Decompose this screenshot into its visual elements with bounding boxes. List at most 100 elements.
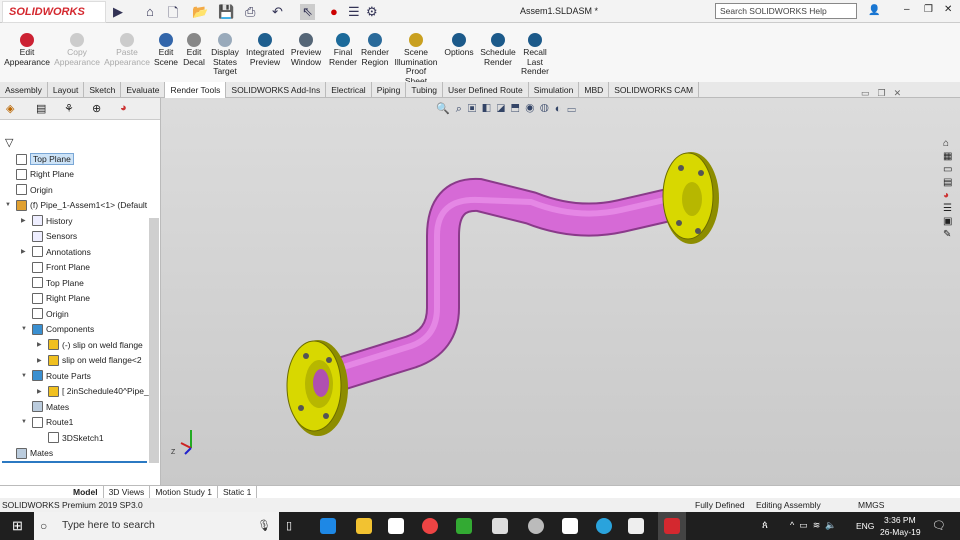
ribbon-button-recall-last-render[interactable]: Recall Last Render — [520, 33, 550, 77]
telegram-icon[interactable] — [596, 518, 612, 534]
tree-item[interactable]: ▼ (f) Pipe_1-Assem1<1> (Default — [5, 199, 147, 211]
property-manager-tab-icon[interactable]: ▤ — [36, 102, 46, 115]
clock-date[interactable]: 26-May-19 — [880, 527, 921, 537]
taskbar-search-input[interactable]: Type here to search — [34, 512, 279, 540]
print-icon[interactable]: ⎙ — [245, 4, 255, 20]
ribbon-button-edit-appearance[interactable]: Edit Appearance — [4, 33, 50, 67]
restore-button[interactable]: ❐ — [924, 4, 933, 15]
tree-item[interactable]: Origin — [5, 184, 53, 195]
select-icon[interactable]: ⇖ — [300, 4, 315, 20]
tab-piping[interactable]: Piping — [372, 82, 407, 98]
ribbon-button-paste-appearance[interactable]: Paste Appearance — [104, 33, 150, 67]
resources-icon[interactable]: ⌂ — [943, 138, 959, 149]
bottom-tab-3d-views[interactable]: 3D Views — [104, 486, 151, 498]
ribbon-button-scene-illumination-proof-sheet[interactable]: Scene Illumination Proof Sheet — [394, 33, 438, 86]
download-manager-icon[interactable] — [456, 518, 472, 534]
ribbon-button-options[interactable]: Options — [443, 33, 475, 58]
mail-icon[interactable] — [562, 518, 578, 534]
ribbon-button-edit-decal[interactable]: Edit Decal — [180, 33, 208, 67]
expand-toggle-icon[interactable]: ▶ — [21, 217, 29, 224]
close-button[interactable]: ✕ — [944, 4, 952, 15]
tree-item[interactable]: ▼ Components — [21, 323, 94, 335]
appearances-icon[interactable]: ◕ — [943, 190, 959, 201]
ribbon-button-render-region[interactable]: Render Region — [358, 33, 392, 67]
expand-toggle-icon[interactable]: ▶ — [37, 341, 45, 348]
expand-toggle-icon[interactable]: ▼ — [21, 326, 29, 332]
toolbox-icon[interactable]: ▣ — [943, 216, 959, 227]
graphics-viewport[interactable]: 🔍⌕▣◧◪⬒◉◍◐▭ ▭❐✕ Z ⌂ ▦ ▭ ▤ ◕ ☰ ▣ ✎ — [161, 88, 960, 485]
app-icon[interactable] — [528, 518, 544, 534]
tab-assembly[interactable]: Assembly — [0, 82, 48, 98]
calculator-icon[interactable] — [492, 518, 508, 534]
tab-simulation[interactable]: Simulation — [529, 82, 580, 98]
expand-toggle-icon[interactable]: ▼ — [21, 373, 29, 379]
save-icon[interactable]: 💾 — [218, 4, 234, 20]
expand-toggle-icon[interactable]: ▶ — [37, 388, 45, 395]
store-icon[interactable] — [388, 518, 404, 534]
appearance-tab-icon[interactable]: ◕ — [120, 102, 127, 114]
bottom-tab-model[interactable]: Model — [68, 486, 104, 498]
ribbon-button-copy-appearance[interactable]: Copy Appearance — [54, 33, 100, 67]
expand-toggle-icon[interactable]: ▶ — [37, 357, 45, 364]
tab-evaluate[interactable]: Evaluate — [121, 82, 166, 98]
ribbon-button-preview-window[interactable]: Preview Window — [288, 33, 324, 67]
system-tray-icons[interactable]: ^▭≋🔈 — [790, 520, 841, 531]
tree-item[interactable]: Right Plane — [21, 292, 90, 304]
task-view-icon[interactable]: ▯ — [286, 519, 292, 532]
tree-item[interactable]: ▼ Route Parts — [21, 370, 91, 381]
photos-icon[interactable] — [628, 518, 644, 534]
chrome-icon[interactable] — [422, 518, 438, 534]
tree-item[interactable]: Top Plane — [5, 153, 74, 165]
tree-item[interactable]: Origin — [21, 308, 69, 319]
options-gear-icon[interactable]: ⚙ — [366, 4, 378, 20]
home-icon[interactable]: ⌂ — [146, 4, 154, 19]
tab-sketch[interactable]: Sketch — [84, 82, 122, 98]
language-indicator[interactable]: ENG — [856, 521, 874, 531]
ribbon-button-schedule-render[interactable]: Schedule Render — [480, 33, 516, 67]
tree-item[interactable]: 3DSketch1 — [37, 432, 104, 443]
minimize-button[interactable]: – — [904, 4, 910, 15]
tab-tubing[interactable]: Tubing — [406, 82, 444, 98]
design-library-icon[interactable]: ▦ — [943, 151, 959, 162]
tree-item[interactable]: Right Plane — [5, 168, 74, 180]
dimxpert-tab-icon[interactable]: ⊕ — [92, 102, 101, 115]
custom-properties-icon[interactable]: ☰ — [943, 203, 959, 214]
ribbon-button-integrated-preview[interactable]: Integrated Preview — [246, 33, 284, 67]
tab-electrical[interactable]: Electrical — [326, 82, 372, 98]
tree-item[interactable]: Mates — [21, 401, 69, 412]
file-explorer-taskbar-icon[interactable] — [356, 518, 372, 534]
tab-user-defined-route[interactable]: User Defined Route — [443, 82, 529, 98]
ribbon-button-edit-scene[interactable]: Edit Scene — [152, 33, 180, 67]
help-search-input[interactable]: Search SOLIDWORKS Help — [715, 3, 857, 19]
tree-item[interactable]: Mates — [5, 447, 53, 459]
forum-icon[interactable]: ✎ — [943, 229, 959, 240]
expand-toggle-icon[interactable]: ▼ — [5, 202, 13, 208]
notifications-icon[interactable]: 🗨 — [932, 519, 946, 532]
people-icon[interactable]: ጰ — [762, 520, 768, 531]
ribbon-button-display-states-target[interactable]: Display States Target — [208, 33, 242, 77]
tab-solidworks-add-ins[interactable]: SOLIDWORKS Add-Ins — [226, 82, 327, 98]
tree-item[interactable]: Sensors — [21, 230, 77, 242]
rebuild-icon[interactable]: ● — [330, 4, 338, 19]
tab-layout[interactable]: Layout — [48, 82, 85, 98]
clock-time[interactable]: 3:36 PM — [884, 515, 916, 525]
expand-toggle-icon[interactable]: ▶ — [21, 248, 29, 255]
tree-item[interactable]: Front Plane — [21, 261, 90, 273]
rollback-bar[interactable] — [2, 461, 147, 463]
solidworks-taskbar-button[interactable] — [658, 512, 686, 540]
configuration-tab-icon[interactable]: ⚘ — [64, 102, 74, 115]
tree-scrollbar[interactable] — [149, 218, 159, 463]
microphone-icon[interactable]: 🎙 — [257, 519, 271, 532]
tree-item[interactable]: ▶ Annotations — [21, 246, 91, 257]
tab-solidworks-cam[interactable]: SOLIDWORKS CAM — [609, 82, 700, 98]
file-explorer-icon[interactable]: ▭ — [943, 164, 959, 175]
bottom-tab-motion-study-1[interactable]: Motion Study 1 — [150, 486, 219, 498]
ribbon-button-final-render[interactable]: Final Render — [328, 33, 358, 67]
tab-render-tools[interactable]: Render Tools — [165, 82, 227, 98]
edge-icon[interactable] — [320, 518, 336, 534]
undo-icon[interactable]: ↶ — [272, 4, 283, 20]
tree-item[interactable]: ▶ [ 2inSchedule40^Pipe_ — [37, 385, 149, 397]
filter-icon[interactable]: ▽ — [5, 136, 13, 149]
tree-item[interactable]: ▼ Route1 — [21, 416, 73, 428]
tree-item[interactable]: ▶ (-) slip on weld flange — [37, 339, 143, 350]
